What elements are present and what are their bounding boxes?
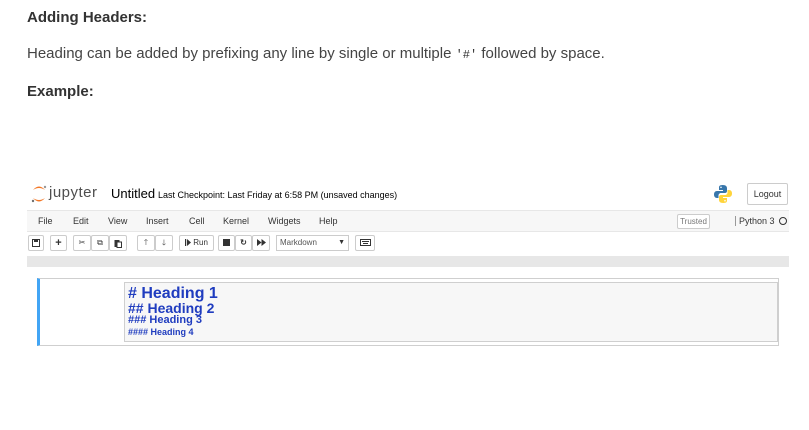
run-label: Run [193, 238, 208, 247]
logout-button[interactable]: Logout [747, 183, 788, 205]
stop-icon [223, 239, 230, 246]
menu-edit[interactable]: Edit [73, 216, 89, 226]
python-logo-icon [713, 184, 733, 204]
restart-button[interactable]: ↻ [235, 235, 252, 251]
restart-icon: ↻ [240, 238, 247, 247]
save-icon [32, 239, 40, 247]
fast-forward-icon [256, 239, 266, 246]
cell-type-value: Markdown [280, 238, 317, 247]
menu-widgets[interactable]: Widgets [268, 216, 301, 226]
cell-type-select[interactable]: Markdown ▼ [276, 235, 349, 251]
jupyter-logo-text: jupyter [49, 184, 98, 201]
run-icon [185, 239, 192, 247]
menu-view[interactable]: View [108, 216, 127, 226]
paragraph-text-after: followed by space. [477, 45, 605, 62]
notebook-title[interactable]: Untitled [111, 186, 155, 201]
paste-button[interactable] [109, 235, 127, 251]
kernel-name[interactable]: Python 3 [735, 216, 775, 226]
markdown-cell[interactable]: # Heading 1 ## Heading 2 ### Heading 3 #… [37, 278, 779, 346]
menu-cell[interactable]: Cell [189, 216, 205, 226]
arrow-up-icon: 🡑 [143, 238, 149, 247]
move-down-button[interactable]: 🡓 [155, 235, 173, 251]
move-up-button[interactable]: 🡑 [137, 235, 155, 251]
cell-line-heading-3: ### Heading 3 [128, 314, 202, 326]
trusted-badge[interactable]: Trusted [677, 214, 710, 229]
jupyter-logo-icon[interactable] [30, 184, 48, 204]
paragraph-text-before: Heading can be added by prefixing any li… [27, 45, 456, 62]
save-button[interactable] [28, 235, 44, 251]
cell-editor[interactable]: # Heading 1 ## Heading 2 ### Heading 3 #… [124, 282, 778, 342]
menu-help[interactable]: Help [319, 216, 338, 226]
restart-run-all-button[interactable] [252, 235, 270, 251]
cell-line-heading-4: #### Heading 4 [128, 327, 194, 337]
menu-file[interactable]: File [38, 216, 53, 226]
paste-icon [114, 240, 122, 248]
cut-button[interactable]: ✂ [73, 235, 91, 251]
paragraph-code: '#' [455, 48, 478, 62]
article-paragraph: Heading can be added by prefixing any li… [27, 45, 605, 62]
plus-icon: + [55, 237, 62, 249]
jupyter-notebook-screenshot: jupyter Untitled Last Checkpoint: Last F… [27, 179, 789, 349]
notebook-toolbar: + ✂ ⧉ 🡑 🡓 Run ↻ Markdown ▼ [27, 234, 789, 253]
run-button[interactable]: Run [179, 235, 214, 251]
command-palette-button[interactable] [355, 235, 375, 251]
menu-kernel[interactable]: Kernel [223, 216, 249, 226]
chevron-down-icon: ▼ [338, 239, 345, 246]
copy-icon: ⧉ [97, 238, 103, 247]
notebook-divider [27, 256, 789, 267]
copy-button[interactable]: ⧉ [91, 235, 109, 251]
menu-bar: File Edit View Insert Cell Kernel Widget… [27, 210, 789, 232]
example-label: Example: [27, 83, 94, 100]
notebook-header: jupyter Untitled Last Checkpoint: Last F… [27, 179, 789, 209]
arrow-down-icon: 🡓 [161, 238, 167, 247]
checkpoint-status: Last Checkpoint: Last Friday at 6:58 PM … [158, 190, 398, 200]
keyboard-icon [359, 239, 371, 246]
kernel-status-icon [779, 217, 787, 225]
insert-cell-button[interactable]: + [50, 235, 67, 251]
article-heading: Adding Headers: [27, 9, 148, 26]
menu-insert[interactable]: Insert [146, 216, 169, 226]
interrupt-button[interactable] [218, 235, 235, 251]
cut-icon: ✂ [78, 238, 86, 247]
